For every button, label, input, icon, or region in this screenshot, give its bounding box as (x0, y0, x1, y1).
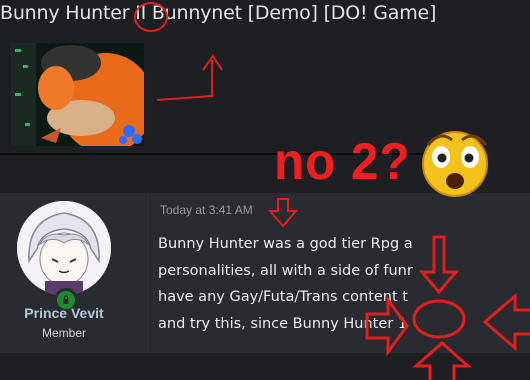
user-role: Member (41, 326, 86, 340)
astonished-face-icon (422, 131, 488, 197)
post-body-line: and try this, since Bunny Hunter 1 (158, 315, 408, 332)
thread-thumbnail[interactable] (11, 43, 144, 146)
avatar[interactable] (17, 201, 111, 295)
username-link[interactable]: Prince Vevit (0, 305, 128, 321)
post-timestamp-link[interactable]: Today at 3:41 AM (160, 203, 253, 217)
thread-title: Bunny Hunter II Bunnynet [Demo] [DO! Gam… (0, 2, 437, 24)
post-body: Bunny Hunter was a god tier Rpg a person… (158, 231, 530, 337)
post-body-line: have any Gay/Futa/Trans content t (158, 289, 408, 305)
arrow-up-annotation (156, 54, 223, 101)
annotation-text: no 2? (274, 133, 411, 191)
post-body-line: Bunny Hunter was a god tier Rpg a (158, 236, 413, 252)
post-body-line: personalities, all with a side of funr (158, 262, 413, 279)
